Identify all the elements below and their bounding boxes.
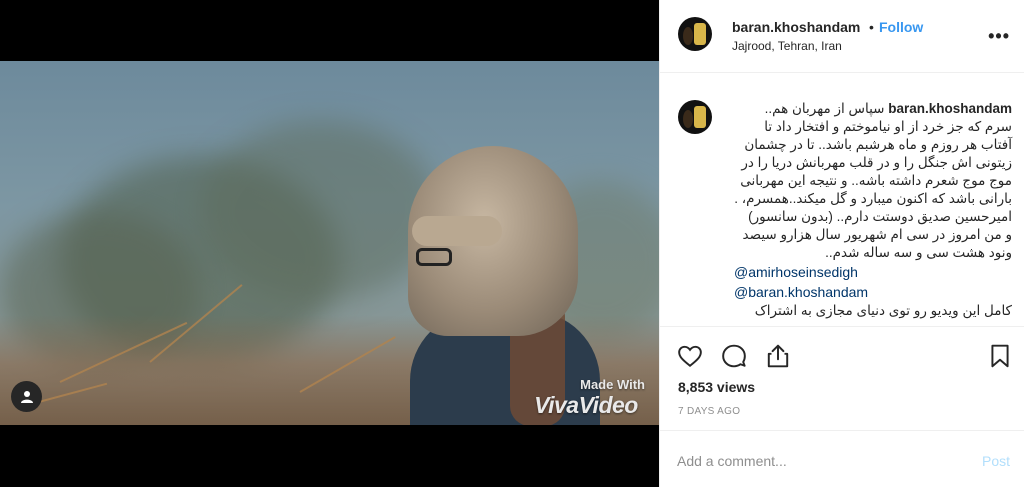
location-link[interactable]: Jajrood, Tehran, Iran [732, 39, 842, 53]
post-side-panel: baran.khoshandam • Follow Jajrood, Tehra… [659, 0, 1024, 487]
caption-username-link[interactable]: baran.khoshandam [888, 101, 1012, 116]
tagged-users-button[interactable] [11, 381, 42, 412]
separator-dot: • [869, 19, 874, 35]
comment-input[interactable]: Add a comment... [677, 453, 787, 469]
mention-link[interactable]: @baran.khoshandam [734, 282, 1012, 302]
comment-icon[interactable] [721, 343, 747, 369]
follow-button[interactable]: Follow [879, 19, 923, 35]
avatar[interactable] [678, 17, 712, 51]
vivavideo-watermark: Made With VivaVideo [534, 377, 645, 418]
share-icon[interactable] [765, 343, 791, 369]
views-count[interactable]: 8,853 views [678, 379, 755, 395]
caption-text: baran.khoshandam سپاس از مهربان هم.. سرم… [734, 100, 1012, 262]
post-timestamp[interactable]: 7 DAYS AGO [678, 406, 740, 417]
heart-icon[interactable] [677, 343, 703, 369]
caption-message: سپاس از مهربان هم.. سرم که جز خرد از او … [734, 101, 1012, 260]
action-bar: 8,853 views 7 DAYS AGO [660, 326, 1024, 430]
post-media[interactable]: Made With VivaVideo [0, 0, 659, 487]
video-frame[interactable]: Made With VivaVideo [0, 61, 659, 425]
more-horizontal-icon[interactable]: ••• [988, 26, 1010, 47]
instagram-post-modal: Made With VivaVideo baran.khoshandam • F… [0, 0, 1024, 487]
caption-body: baran.khoshandam سپاس از مهربان هم.. سرم… [734, 100, 1012, 320]
caption-continued-text: کامل این ویدیو رو توی دنیای مجازی به اشت… [754, 303, 1012, 318]
post-button[interactable]: Post [982, 453, 1010, 469]
comment-form: Add a comment... Post [660, 430, 1024, 487]
post-header: baran.khoshandam • Follow Jajrood, Tehra… [660, 0, 1024, 73]
caption-avatar[interactable] [678, 100, 712, 134]
caption-area: baran.khoshandam سپاس از مهربان هم.. سرم… [660, 74, 1024, 326]
mention-link[interactable]: @amirhoseinsedigh [734, 262, 1012, 282]
user-icon [20, 390, 33, 403]
username-link[interactable]: baran.khoshandam [732, 19, 860, 35]
bookmark-icon[interactable] [987, 343, 1013, 369]
